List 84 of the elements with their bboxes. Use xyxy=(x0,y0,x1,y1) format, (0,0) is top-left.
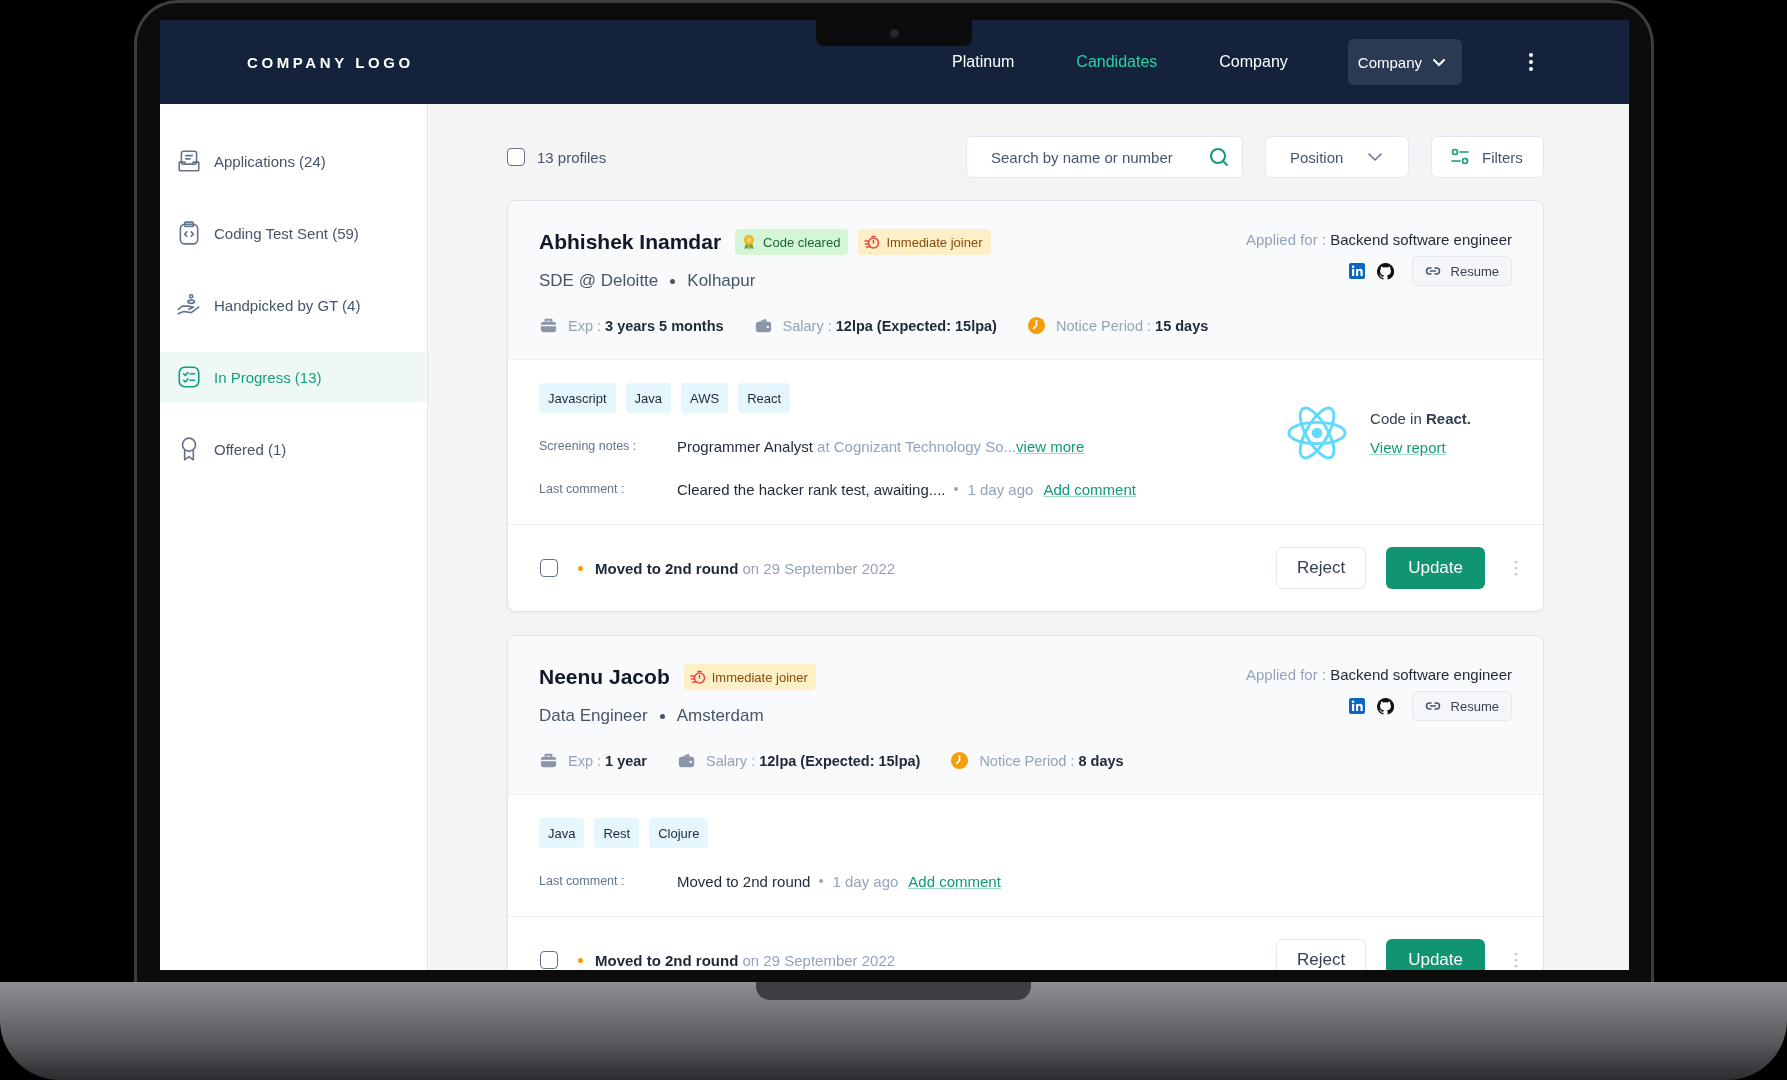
clock-icon xyxy=(950,751,970,770)
skill-tag: Java xyxy=(625,383,671,413)
skill-tag: Rest xyxy=(594,818,640,848)
view-more-link[interactable]: view more xyxy=(1016,437,1085,455)
github-icon[interactable] xyxy=(1376,262,1394,280)
status-badge: Immediate joiner xyxy=(858,229,991,255)
experience-text: Exp : 3 years 5 months xyxy=(568,317,724,334)
resume-button[interactable]: Resume xyxy=(1411,691,1512,721)
comment-text: Moved to 2nd round xyxy=(677,872,811,890)
reject-button[interactable]: Reject xyxy=(1276,547,1367,589)
stopwatch-icon xyxy=(864,234,881,250)
sidebar-item[interactable]: Coding Test Sent (59) xyxy=(160,208,427,258)
salary-text: Salary : 12lpa (Expected: 15lpa) xyxy=(782,317,997,334)
add-comment-link[interactable]: Add comment xyxy=(1043,480,1136,498)
search-field[interactable]: Search by name or number xyxy=(966,136,1243,178)
more-menu-icon[interactable] xyxy=(1528,52,1534,72)
company-dropdown[interactable]: Company xyxy=(1347,39,1462,85)
skill-tag: Javascript xyxy=(539,383,616,413)
inbox-icon xyxy=(176,148,202,174)
wallet-icon xyxy=(677,751,696,770)
profile-count: 13 profiles xyxy=(537,148,607,166)
skill-tag: AWS xyxy=(681,383,729,413)
applied-for-text: Applied for : Backend software engineer xyxy=(1246,231,1512,248)
atom-icon xyxy=(1286,405,1349,461)
briefcase-icon xyxy=(539,751,558,770)
search-icon xyxy=(1209,147,1229,167)
add-comment-link[interactable]: Add comment xyxy=(908,872,1001,890)
comment-time: 1 day ago xyxy=(967,480,1034,498)
select-all-checkbox[interactable] xyxy=(507,148,525,166)
skill-tag: React xyxy=(738,383,791,413)
company-logo: COMPANY LOGO xyxy=(247,53,414,71)
code-language-text: Code in React. xyxy=(1370,409,1471,427)
github-icon[interactable] xyxy=(1376,697,1394,715)
sidebar-item[interactable]: Handpicked by GT (4) xyxy=(160,280,427,330)
skill-tag: Java xyxy=(539,818,585,848)
salary-text: Salary : 12lpa (Expected: 15lpa) xyxy=(706,752,921,769)
briefcase-icon xyxy=(539,316,558,335)
checklist-icon xyxy=(176,364,202,390)
experience-text: Exp : 1 year xyxy=(568,752,647,769)
applied-for-text: Applied for : Backend software engineer xyxy=(1246,666,1512,683)
update-button[interactable]: Update xyxy=(1386,547,1485,589)
candidate-role: Data Engineer xyxy=(539,706,648,726)
position-dropdown[interactable]: Position xyxy=(1265,136,1409,178)
resume-button[interactable]: Resume xyxy=(1411,256,1512,286)
chevron-down-icon xyxy=(1368,150,1382,164)
candidate-location: Amsterdam xyxy=(676,706,764,726)
filters-button[interactable]: Filters xyxy=(1431,136,1544,178)
status-badge: Code cleared xyxy=(735,229,849,255)
candidate-location: Kolhapur xyxy=(687,271,756,291)
stopwatch-icon xyxy=(689,669,706,685)
candidate-name: Neenu Jacob xyxy=(539,665,670,689)
note-label: Screening notes : xyxy=(539,439,638,453)
candidate-name: Abhishek Inamdar xyxy=(539,230,722,254)
nav-link[interactable]: Company xyxy=(1219,53,1288,71)
sidebar-item[interactable]: Offered (1) xyxy=(160,424,427,474)
select-checkbox[interactable] xyxy=(540,559,558,577)
view-report-link[interactable]: View report xyxy=(1370,438,1446,456)
sliders-icon xyxy=(1450,147,1470,167)
skill-tag: Clojure xyxy=(649,818,709,848)
linkedin-icon[interactable] xyxy=(1348,263,1365,279)
clock-icon xyxy=(1026,316,1046,335)
update-button[interactable]: Update xyxy=(1386,939,1485,970)
status-text: Moved to 2nd round on 29 September 2022 xyxy=(578,951,896,969)
candidate-role: SDE @ Deloitte xyxy=(539,271,659,291)
notice-period-text: Notice Period : 15 days xyxy=(1055,317,1209,334)
comment-time: 1 day ago xyxy=(832,872,899,890)
screening-note-text: Programmer Analyst at Cognizant Technology So...view more xyxy=(677,437,1085,455)
nav-link[interactable]: Candidates xyxy=(1076,53,1158,71)
separator-dot xyxy=(659,713,665,719)
linkedin-icon[interactable] xyxy=(1348,698,1365,714)
note-label: Last comment : xyxy=(539,482,626,496)
note-label: Last comment : xyxy=(539,874,626,888)
reject-button[interactable]: Reject xyxy=(1276,939,1367,970)
notice-period-text: Notice Period : 8 days xyxy=(979,752,1124,769)
wallet-icon xyxy=(753,316,773,335)
status-badge: Immediate joiner xyxy=(683,664,816,690)
select-checkbox[interactable] xyxy=(540,951,558,969)
separator-dot xyxy=(819,879,824,883)
sidebar-item[interactable]: Applications (24) xyxy=(160,136,427,186)
separator-dot xyxy=(954,487,959,491)
nav-link[interactable]: Platinum xyxy=(952,53,1015,71)
comment-text: Cleared the hacker rank test, awaiting.... xyxy=(677,480,946,498)
status-text: Moved to 2nd round on 29 September 2022 xyxy=(578,559,896,577)
separator-dot xyxy=(670,278,676,284)
